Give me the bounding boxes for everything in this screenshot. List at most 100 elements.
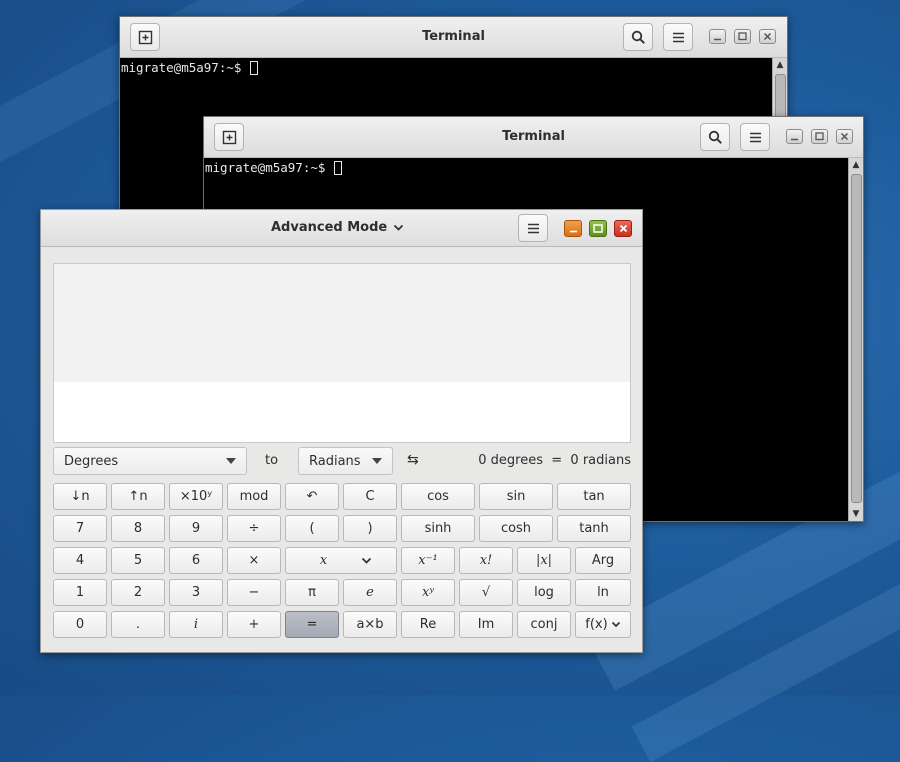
dropdown-arrow-icon bbox=[226, 458, 236, 464]
digit-0-button[interactable]: 0 bbox=[53, 611, 107, 638]
menu-button[interactable] bbox=[663, 23, 693, 51]
abs-label: |x| bbox=[535, 553, 553, 568]
digit-4-button[interactable]: 4 bbox=[53, 547, 107, 574]
scrollbar[interactable]: ▲ ▼ bbox=[848, 158, 863, 521]
imaginary-button[interactable]: i bbox=[169, 611, 223, 638]
exponent-button[interactable]: ×10ʸ bbox=[169, 483, 223, 510]
cosh-button[interactable]: cosh bbox=[479, 515, 553, 542]
minimize-button[interactable] bbox=[564, 220, 582, 237]
arg-button[interactable]: Arg bbox=[575, 547, 631, 574]
sqrt-button[interactable]: √ bbox=[459, 579, 513, 606]
search-icon bbox=[631, 30, 645, 44]
log-button[interactable]: log bbox=[517, 579, 571, 606]
conjugate-button[interactable]: conj bbox=[517, 611, 571, 638]
clear-button[interactable]: C bbox=[343, 483, 397, 510]
tan-button[interactable]: tan bbox=[557, 483, 631, 510]
inverse-label: x⁻¹ bbox=[418, 553, 438, 568]
cos-button[interactable]: cos bbox=[401, 483, 475, 510]
dropdown-arrow-icon bbox=[372, 458, 382, 464]
close-button[interactable] bbox=[836, 129, 853, 144]
digit-1-button[interactable]: 1 bbox=[53, 579, 107, 606]
function-menu-button[interactable]: f(x) bbox=[575, 611, 631, 638]
function-label: f(x) bbox=[585, 617, 608, 632]
minimize-button[interactable] bbox=[709, 29, 726, 44]
titlebar[interactable]: Advanced Mode bbox=[41, 210, 642, 247]
close-button[interactable] bbox=[759, 29, 776, 44]
inverse-button[interactable]: x⁻¹ bbox=[401, 547, 455, 574]
shift-down-button[interactable]: ↓n bbox=[53, 483, 107, 510]
search-button[interactable] bbox=[700, 123, 730, 151]
mod-button[interactable]: mod bbox=[227, 483, 281, 510]
maximize-button[interactable] bbox=[589, 220, 607, 237]
abs-button[interactable]: |x| bbox=[517, 547, 571, 574]
new-tab-button[interactable] bbox=[130, 23, 160, 51]
new-tab-button[interactable] bbox=[214, 123, 244, 151]
imag-part-button[interactable]: Im bbox=[459, 611, 513, 638]
titlebar[interactable]: Terminal bbox=[204, 117, 863, 158]
to-label: to bbox=[265, 453, 279, 468]
maximize-button[interactable] bbox=[811, 129, 828, 144]
digit-9-button[interactable]: 9 bbox=[169, 515, 223, 542]
calculation-display[interactable] bbox=[53, 263, 631, 443]
hamburger-menu-icon bbox=[672, 32, 684, 42]
euler-label: e bbox=[366, 585, 374, 600]
sin-button[interactable]: sin bbox=[479, 483, 553, 510]
chevron-down-icon bbox=[394, 224, 404, 231]
titlebar[interactable]: Terminal bbox=[120, 17, 787, 58]
mode-selector[interactable]: Advanced Mode bbox=[271, 210, 404, 246]
equals-button[interactable]: = bbox=[285, 611, 339, 638]
new-tab-icon bbox=[138, 30, 152, 44]
subtract-button[interactable]: − bbox=[227, 579, 281, 606]
digit-7-button[interactable]: 7 bbox=[53, 515, 107, 542]
scroll-up-icon[interactable]: ▲ bbox=[773, 58, 787, 72]
new-tab-icon bbox=[222, 130, 236, 144]
to-unit-dropdown[interactable]: Radians bbox=[298, 447, 393, 475]
multiply-button[interactable]: × bbox=[227, 547, 281, 574]
sinh-button[interactable]: sinh bbox=[401, 515, 475, 542]
factorial-button[interactable]: x! bbox=[459, 547, 513, 574]
hamburger-menu-icon bbox=[749, 132, 761, 142]
minimize-button[interactable] bbox=[786, 129, 803, 144]
shift-up-button[interactable]: ↑n bbox=[111, 483, 165, 510]
digit-8-button[interactable]: 8 bbox=[111, 515, 165, 542]
scroll-thumb[interactable] bbox=[851, 174, 862, 503]
text-cursor bbox=[333, 161, 342, 175]
add-button[interactable]: + bbox=[227, 611, 281, 638]
digit-3-button[interactable]: 3 bbox=[169, 579, 223, 606]
close-button[interactable] bbox=[614, 220, 632, 237]
hamburger-menu-icon bbox=[527, 223, 539, 233]
close-icon bbox=[619, 224, 627, 233]
swap-units-icon[interactable]: ⇆ bbox=[407, 452, 419, 468]
pi-button[interactable]: π bbox=[285, 579, 339, 606]
expression-field[interactable] bbox=[54, 382, 630, 442]
tanh-button[interactable]: tanh bbox=[557, 515, 631, 542]
divide-button[interactable]: ÷ bbox=[227, 515, 281, 542]
digit-6-button[interactable]: 6 bbox=[169, 547, 223, 574]
variable-dropdown-button[interactable]: x bbox=[285, 547, 397, 574]
real-part-button[interactable]: Re bbox=[401, 611, 455, 638]
euler-button[interactable]: e bbox=[343, 579, 397, 606]
chevron-down-icon bbox=[362, 557, 372, 564]
scroll-up-icon[interactable]: ▲ bbox=[849, 158, 863, 172]
from-unit-dropdown[interactable]: Degrees bbox=[53, 447, 247, 475]
ln-button[interactable]: ln bbox=[575, 579, 631, 606]
maximize-button[interactable] bbox=[734, 29, 751, 44]
close-paren-button[interactable]: ) bbox=[343, 515, 397, 542]
decimal-button[interactable]: . bbox=[111, 611, 165, 638]
conversion-result: 0 degrees = 0 radians bbox=[478, 453, 631, 468]
digit-2-button[interactable]: 2 bbox=[111, 579, 165, 606]
scroll-down-icon[interactable]: ▼ bbox=[849, 507, 863, 521]
digit-5-button[interactable]: 5 bbox=[111, 547, 165, 574]
open-paren-button[interactable]: ( bbox=[285, 515, 339, 542]
imaginary-label: i bbox=[193, 617, 199, 632]
unit-converter: Degrees to Radians ⇆ 0 degrees = 0 radia… bbox=[53, 447, 631, 477]
undo-button[interactable]: ↶ bbox=[285, 483, 339, 510]
calculator-window[interactable]: Advanced Mode Degrees to Radians ⇆ 0 deg… bbox=[40, 209, 643, 653]
search-button[interactable] bbox=[623, 23, 653, 51]
menu-button[interactable] bbox=[518, 214, 548, 242]
power-button[interactable]: xʸ bbox=[401, 579, 455, 606]
factorial-label: x! bbox=[479, 553, 493, 568]
menu-button[interactable] bbox=[740, 123, 770, 151]
fraction-button[interactable]: a×b bbox=[343, 611, 397, 638]
variable-x-label: x bbox=[319, 553, 328, 568]
